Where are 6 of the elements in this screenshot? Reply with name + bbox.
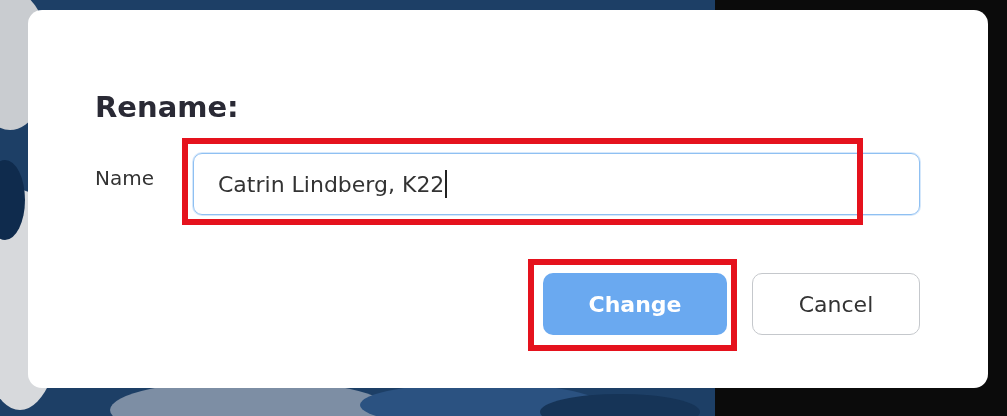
text-caret	[445, 170, 447, 198]
input-value: Catrin Lindberg, K22	[218, 171, 445, 197]
name-input-field[interactable]: Catrin Lindberg, K22	[193, 153, 920, 215]
cancel-button[interactable]: Cancel	[752, 273, 920, 335]
dialog-title: Rename:	[95, 90, 240, 124]
name-label: Name	[95, 166, 155, 190]
